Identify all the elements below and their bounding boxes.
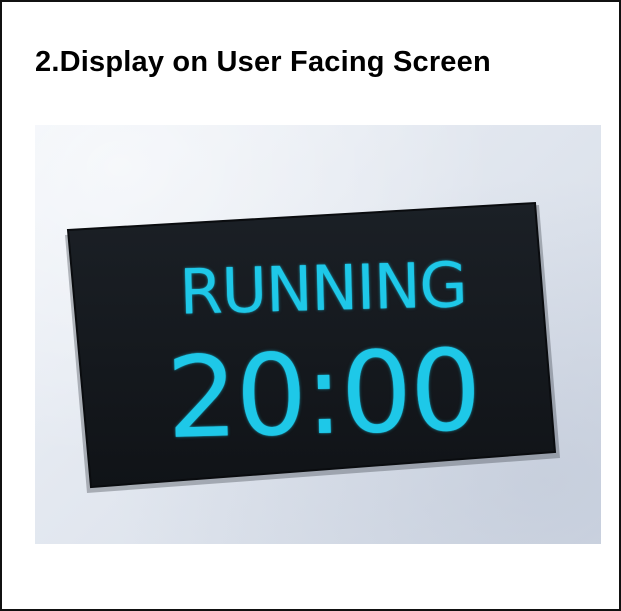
slide-title: 2.Display on User Facing Screen: [35, 46, 491, 78]
timer-readout: 20:00: [164, 325, 482, 464]
device-photo: RUNNING 20:00: [35, 125, 601, 544]
status-readout: RUNNING: [178, 248, 468, 329]
slide-frame: 2.Display on User Facing Screen RUNNING …: [0, 0, 621, 611]
